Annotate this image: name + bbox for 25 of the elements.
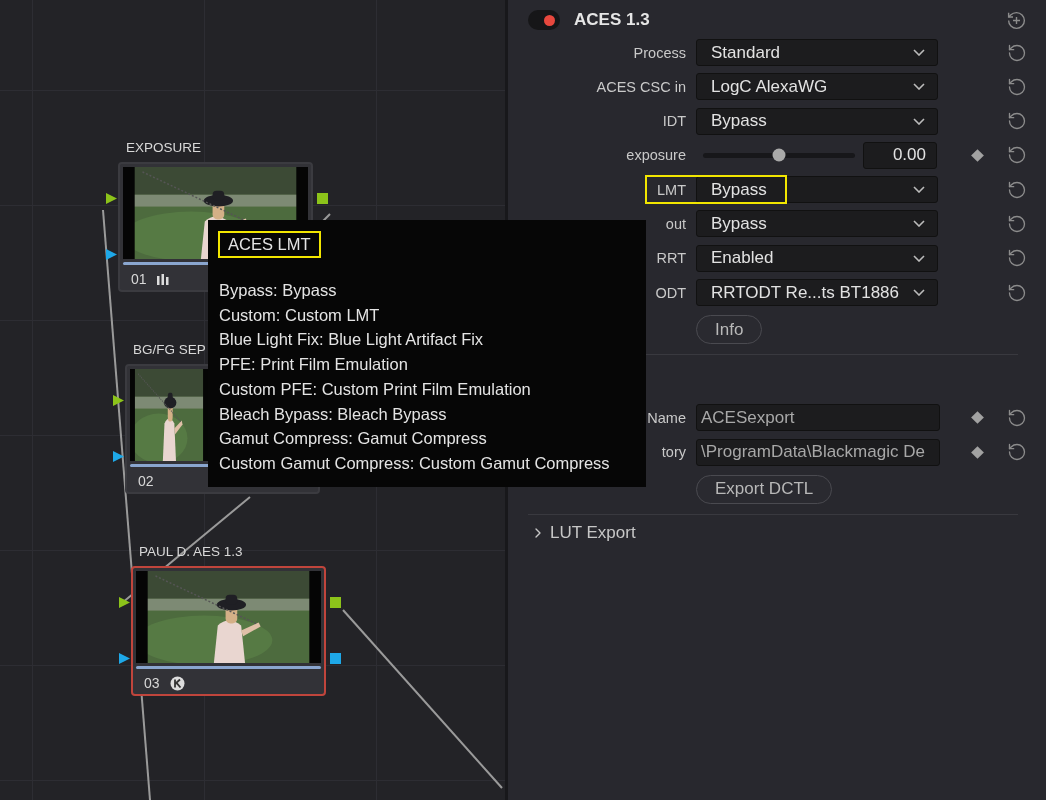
tooltip-line: Custom PFE: Custom Print Film Emulation xyxy=(218,378,531,400)
node-number: 02 xyxy=(138,473,154,489)
field-label: tory xyxy=(660,444,686,461)
tooltip-line: Custom Gamut Compress: Custom Gamut Compress xyxy=(218,452,610,474)
node-title: EXPOSURE xyxy=(126,140,202,155)
tooltip-line: Bypass: Bypass xyxy=(218,280,337,301)
field-label: Name xyxy=(646,409,686,426)
parameter-label: Process xyxy=(632,44,686,61)
tooltip-line: Custom: Custom LMT xyxy=(218,304,380,326)
effect-title: ACES 1.3 xyxy=(574,10,651,30)
parameter-label: IDT xyxy=(661,113,686,130)
node-title: BG/FG SEP xyxy=(133,342,206,357)
parameter-label: ODT xyxy=(654,284,686,301)
tooltip-line: Gamut Compress: Gamut Compress xyxy=(218,428,487,450)
parameter-label: RRT xyxy=(655,250,686,267)
parameter-label: LMT xyxy=(656,181,686,198)
node-number: 03 xyxy=(144,675,160,691)
tooltip-title: ACES LMT xyxy=(218,231,321,258)
tooltip-line: Blue Light Fix: Blue Light Artifact Fix xyxy=(218,329,484,351)
node-number: 01 xyxy=(131,271,147,287)
parameter-label: ACES CSC in xyxy=(595,78,686,95)
tooltip-line: PFE: Print Film Emulation xyxy=(218,354,408,376)
parameter-label: out xyxy=(664,216,686,232)
tooltip-line: Bleach Bypass: Bleach Bypass xyxy=(218,403,447,425)
parameter-label: exposure xyxy=(625,147,686,164)
